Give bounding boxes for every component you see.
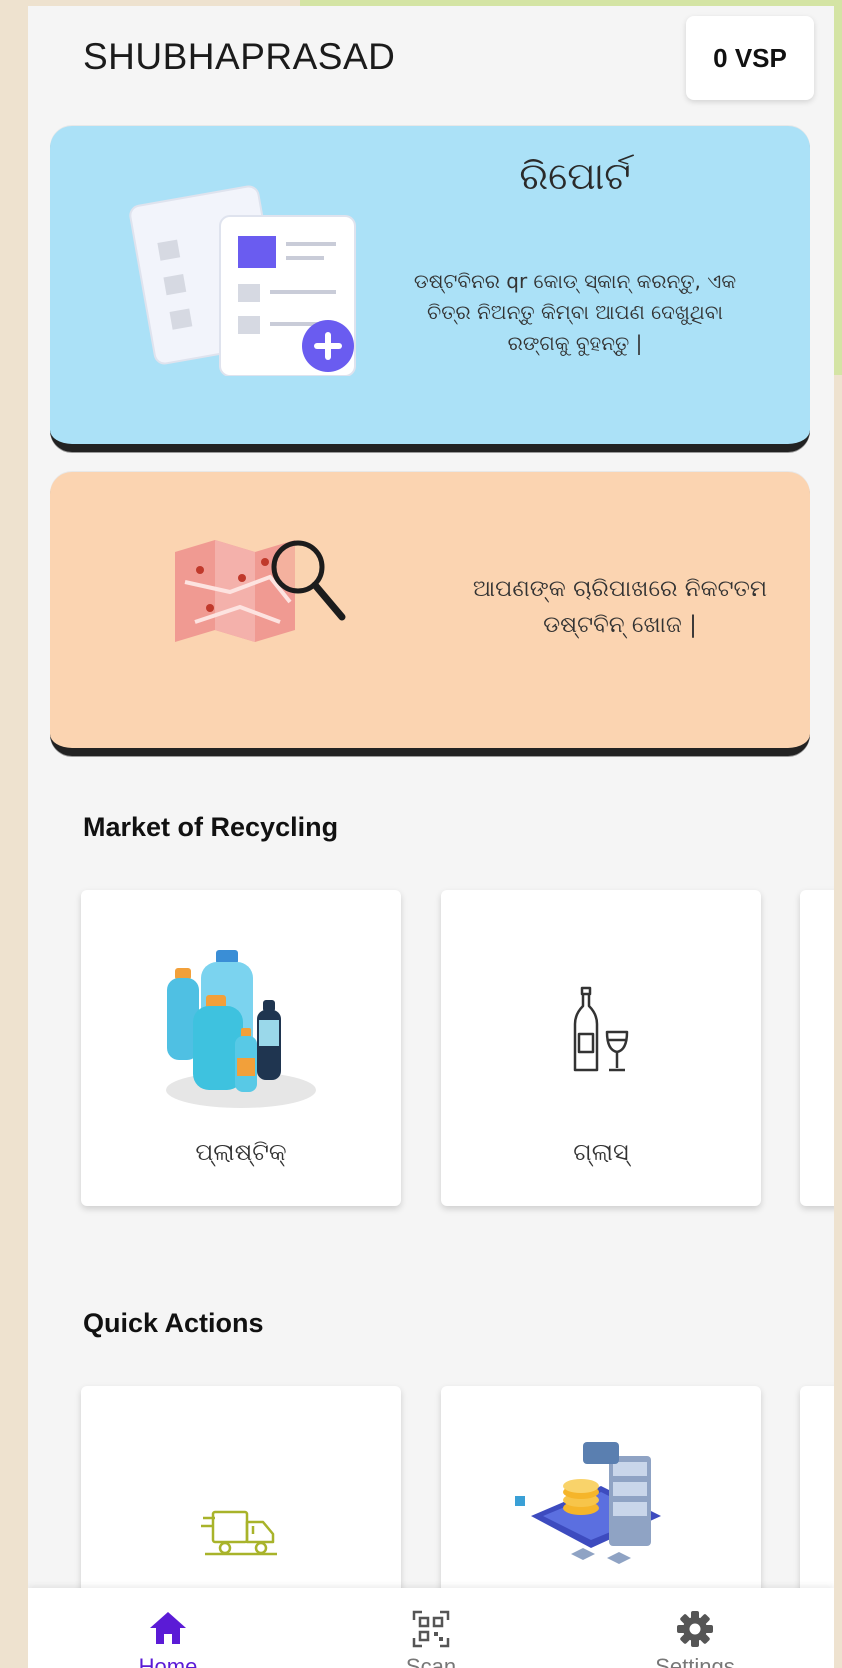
nav-home-label: Home <box>138 1654 198 1668</box>
app-screen: SHUBHAPRASAD 0 VSP ରିପୋର୍ଟ ଡଷ୍ଟବିନର qr କ… <box>28 6 834 1668</box>
glass-bottle-icon <box>573 986 629 1072</box>
quick-action-payment[interactable] <box>441 1386 761 1596</box>
report-description: ଡଷ୍ଟବିନର qr କୋଡ୍ ସ୍କାନ୍ କରନ୍ତୁ, ଏକ ଚିତ୍ର… <box>413 269 737 355</box>
quick-action-delivery[interactable] <box>81 1386 401 1596</box>
market-item-plastic[interactable]: ପ୍ଲାଷ୍ଟିକ୍ <box>81 890 401 1206</box>
market-item-label: ଗ୍ଲାସ୍ <box>573 1138 629 1166</box>
report-title: ରିପୋର୍ଟ <box>519 154 631 198</box>
app-header: SHUBHAPRASAD 0 VSP <box>28 6 834 106</box>
market-item-label: ପ୍ଲାଷ୍ଟିକ୍ <box>195 1138 287 1166</box>
nav-settings-label: Settings <box>655 1654 735 1668</box>
add-icon <box>302 320 354 372</box>
qr-scan-icon <box>412 1610 450 1648</box>
find-dustbin-description: ଆପଣଙ୍କ ଚାରିପାଖରେ ନିକଟତମ ଡଷ୍ଟବିନ୍ ଖୋଜ | <box>472 576 768 638</box>
home-icon <box>150 1612 186 1644</box>
market-item-glass[interactable]: ଗ୍ଲାସ୍ <box>441 890 761 1206</box>
quick-actions-title: Quick Actions <box>83 1308 264 1338</box>
quick-action-next-partial[interactable] <box>800 1386 834 1596</box>
plastic-bottles-icon <box>166 950 316 1108</box>
nav-scan[interactable]: Scan <box>336 1588 526 1668</box>
nav-settings[interactable]: Settings <box>600 1588 790 1668</box>
market-item-next-partial[interactable] <box>800 890 834 1206</box>
points-badge-button[interactable]: 0 VSP <box>686 16 814 100</box>
nav-home[interactable]: Home <box>73 1588 263 1668</box>
market-section-title: Market of Recycling <box>83 812 339 842</box>
report-card[interactable]: ରିପୋର୍ଟ ଡଷ୍ଟବିନର qr କୋଡ୍ ସ୍କାନ୍ କରନ୍ତୁ, … <box>50 126 810 452</box>
nav-scan-label: Scan <box>405 1654 457 1668</box>
delivery-truck-icon <box>201 1510 277 1556</box>
gear-icon <box>677 1611 713 1647</box>
map-search-icon <box>175 540 346 642</box>
user-name: SHUBHAPRASAD <box>83 36 396 77</box>
bottom-nav: Home Scan Settings <box>28 1588 834 1668</box>
payment-server-icon <box>515 1442 661 1564</box>
find-dustbin-card[interactable]: ଆପଣଙ୍କ ଚାରିପାଖରେ ନିକଟତମ ଡଷ୍ଟବିନ୍ ଖୋଜ | <box>50 472 810 756</box>
